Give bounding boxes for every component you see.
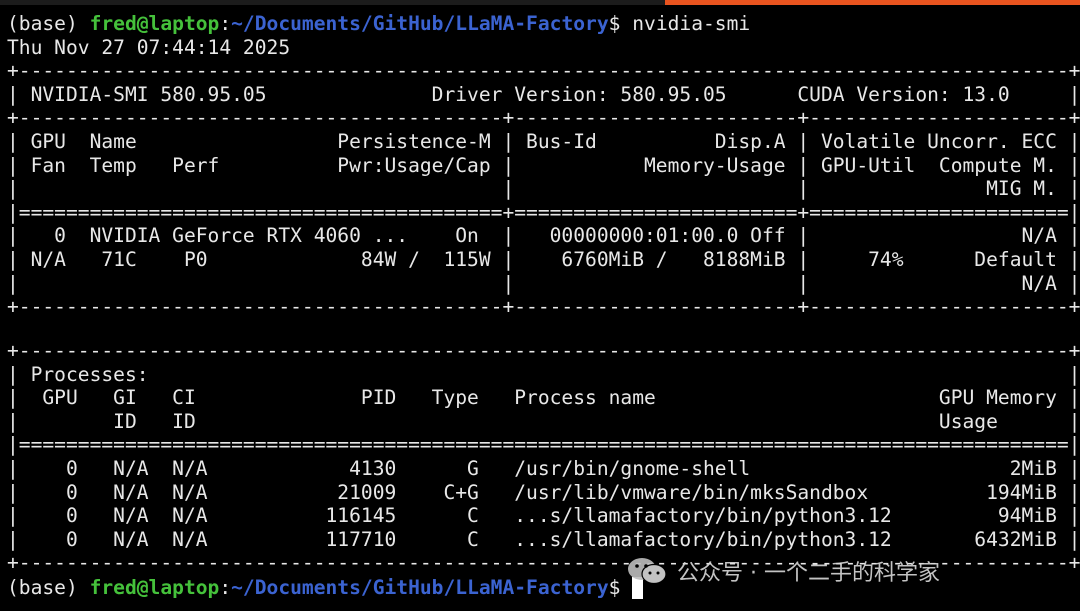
gpu-table-row: +---------------------------------------… — [7, 106, 1080, 130]
prompt-line-bottom[interactable]: (base) fred@laptop:~/Documents/GitHub/LL… — [7, 575, 644, 600]
active-tab-indicator — [665, 0, 1080, 5]
process-table-row: | ID ID Usage | — [7, 409, 1080, 433]
prompt-separator: : — [219, 12, 232, 35]
gpu-table-row: | 0 NVIDIA GeForce RTX 4060 ... On | 000… — [7, 224, 1080, 248]
timestamp: Thu Nov 27 07:44:14 2025 — [7, 35, 291, 59]
user-host: fred@laptop — [89, 12, 220, 35]
watermark-text: 公众号 · 一个二手的科学家 — [677, 561, 940, 586]
conda-env: (base) — [7, 575, 90, 599]
gpu-table-row: |=======================================… — [7, 200, 1080, 224]
process-table-row: | 0 N/A N/A 4130 G /usr/bin/gnome-shell … — [7, 457, 1080, 480]
gpu-table-row: | N/A 71C P0 84W / 115W | 6760MiB / 8188… — [7, 248, 1080, 271]
command-text: nvidia-smi — [632, 12, 751, 35]
gpu-table-row: +---------------------------------------… — [7, 295, 1080, 319]
working-directory: ~/Documents/GitHub/LLaMA-Factory — [231, 575, 609, 599]
process-table-row: |=======================================… — [7, 433, 1080, 457]
prompt-separator: : — [219, 575, 232, 599]
process-table-row: | 0 N/A N/A 116145 C ...s/llamafactory/b… — [7, 504, 1080, 528]
prompt-symbol: $ — [608, 12, 633, 35]
gpu-table-row: +---------------------------------------… — [7, 59, 1080, 83]
process-table-row: | 0 N/A N/A 21009 C+G /usr/lib/vmware/bi… — [7, 480, 1080, 504]
terminal-output[interactable]: (base) fred@laptop:~/Documents/GitHub/LL… — [7, 6, 1080, 606]
working-directory: ~/Documents/GitHub/LLaMA-Factory — [231, 12, 609, 35]
prompt-line-top: (base) fred@laptop:~/Documents/GitHub/LL… — [7, 12, 750, 36]
gpu-table-row: | GPU Name Persistence-M | Bus-Id Disp.A… — [7, 130, 1080, 153]
process-table-row: | 0 N/A N/A 117710 C ...s/llamafactory/b… — [7, 527, 1080, 551]
wechat-icon — [628, 558, 667, 585]
process-table-row: | Processes: | — [7, 362, 1080, 386]
gpu-table-row: | | | MIG M. | — [7, 177, 1080, 201]
conda-env: (base) — [7, 12, 90, 35]
gpu-table-row: | NVIDIA-SMI 580.95.05 Driver Version: 5… — [7, 82, 1080, 106]
gpu-table-row: | | | N/A | — [7, 271, 1080, 295]
window-top-bar — [0, 0, 1080, 5]
user-host: fred@laptop — [89, 575, 220, 599]
watermark: 公众号 · 一个二手的科学家 — [625, 554, 940, 588]
process-table-row: +---------------------------------------… — [7, 339, 1080, 362]
gpu-table-row: | Fan Temp Perf Pwr:Usage/Cap | Memory-U… — [7, 153, 1080, 177]
process-table-row: | GPU GI CI PID Type Process name GPU Me… — [7, 386, 1080, 410]
